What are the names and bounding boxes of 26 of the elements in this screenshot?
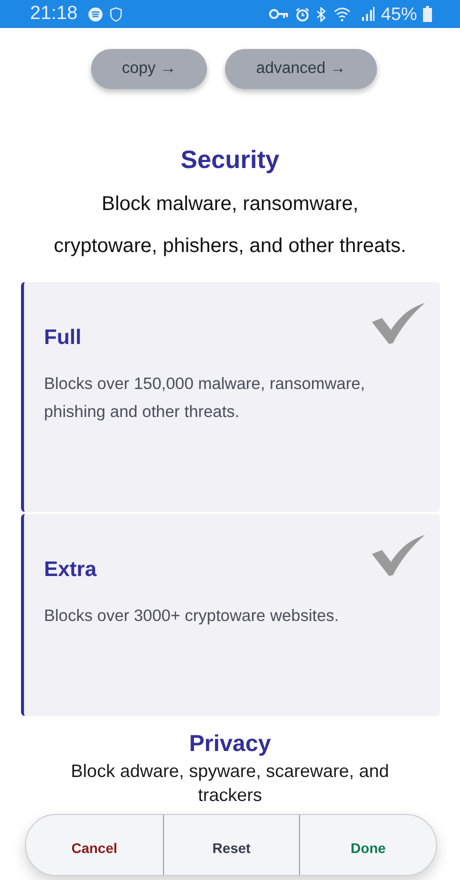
section-title: Privacy [188,730,272,757]
option-card[interactable]: Full Blocks over 150,000 malware, ransomware, phishing and other threats. [21,282,440,512]
signal-icon [360,7,375,21]
option-description: Blocks over 150,000 malware, ransomware, phishing and other threats. [44,374,366,423]
clock: 21:18 [30,3,78,25]
shield-icon [108,6,123,22]
option-title: Full [44,326,82,350]
section-title: Security [180,146,280,175]
key-icon [268,8,289,20]
option-card[interactable]: Extra Blocks over 3000+ cryptoware websites. [21,514,440,716]
link-button[interactable]: copy → [91,49,207,89]
bluetooth-icon [316,6,327,22]
link-button[interactable]: advanced → [225,49,377,89]
reset-button[interactable]: Reset [162,815,300,875]
battery-percentage: 45% [380,4,417,24]
done-button[interactable]: Done [299,815,436,875]
alarm-icon [294,6,310,22]
section-description: Block malware, ransomware, cryptoware, phishers, and other threats. [52,192,408,259]
option-description: Blocks over 3000+ cryptoware websites. [44,606,340,627]
checkmark-icon[interactable] [370,534,426,576]
cancel-button[interactable]: Cancel [26,815,163,875]
section-description: Block adware, spyware, scareware, and trackers [70,760,390,807]
checkmark-icon[interactable] [370,302,426,344]
option-title: Extra [44,558,97,582]
music-app-icon [88,6,103,22]
battery-icon [423,6,432,22]
